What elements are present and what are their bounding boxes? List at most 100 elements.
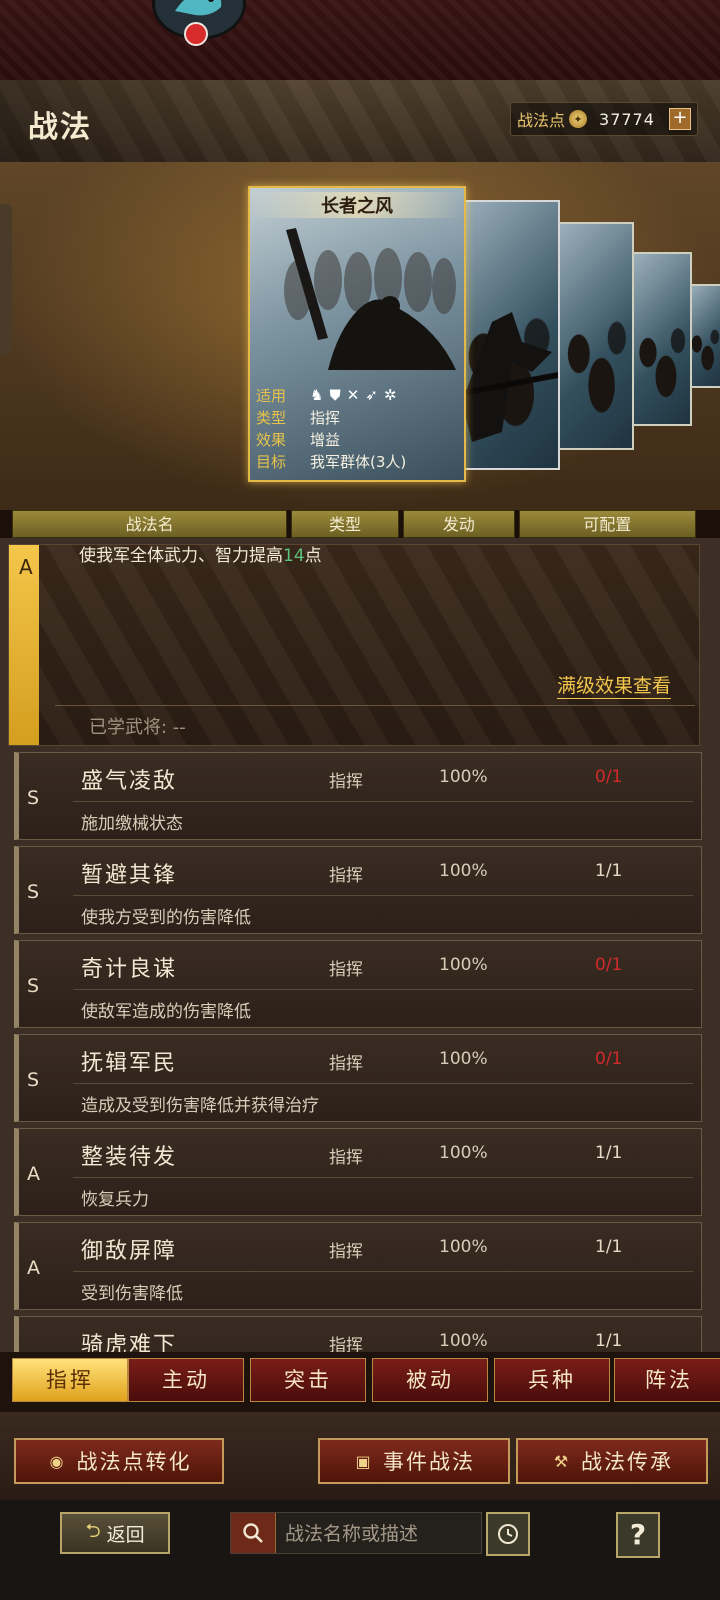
row-grade: S <box>27 787 40 809</box>
row-rate: 100% <box>439 1237 488 1257</box>
tab-command[interactable]: 指挥 <box>12 1358 128 1402</box>
row-type: 指挥 <box>329 960 363 980</box>
add-points-button[interactable]: + <box>669 108 691 130</box>
row-desc: 施加缴械状态 <box>81 814 183 834</box>
row-name: 抚辑军民 <box>81 1051 178 1076</box>
tactic-description: 使我军全体武力、智力提高14点 <box>79 546 322 566</box>
row-config: 0/1 <box>595 767 623 787</box>
bird-icon <box>175 0 222 16</box>
tab-troop[interactable]: 兵种 <box>494 1358 610 1402</box>
header: 战法 战法点 ✦ 37774 + <box>0 80 720 162</box>
info-key: 目标 <box>256 452 287 471</box>
tab-active[interactable]: 主动 <box>128 1358 244 1402</box>
row-type: 指挥 <box>329 772 363 792</box>
grade-label: A <box>19 555 33 579</box>
expanded-tactic-detail[interactable]: A 使我军全体武力、智力提高14点 满级效果查看 已学武将: -- <box>8 544 700 746</box>
chariot-icon: ✲ <box>383 386 397 404</box>
shield-icon: ⛊ <box>329 386 341 404</box>
tactic-card-preview[interactable] <box>554 222 634 450</box>
row-config: 1/1 <box>595 1331 623 1351</box>
applicable-troops: ♞ ⛊ ✕ ➶ ✲ <box>310 386 396 404</box>
help-button[interactable]: ? <box>616 1512 660 1558</box>
card-info: 适用 ♞ ⛊ ✕ ➶ ✲ 类型 指挥 效果 增益 目标 我军群体(3人) <box>256 384 458 472</box>
search-input[interactable] <box>283 1513 477 1555</box>
event-label: 事件战法 <box>383 1450 475 1474</box>
convert-points-button[interactable]: ◉ 战法点转化 <box>14 1438 224 1484</box>
table-row[interactable]: S 盛气凌敌 指挥 100% 0/1 施加缴械状态 <box>14 752 702 840</box>
inherit-tactics-button[interactable]: ⚒ 战法传承 <box>516 1438 708 1484</box>
row-config: 0/1 <box>595 1049 623 1069</box>
row-grade: A <box>27 1257 40 1279</box>
table-row[interactable]: A 御敌屏障 指挥 100% 1/1 受到伤害降低 <box>14 1222 702 1310</box>
row-grade: S <box>27 1069 40 1091</box>
back-label: 返回 <box>106 1523 145 1546</box>
info-value: 指挥 <box>310 408 341 427</box>
row-name: 整装待发 <box>81 1145 178 1170</box>
row-grade: S <box>27 881 40 903</box>
column-type[interactable]: 类型 <box>291 510 399 538</box>
info-key: 效果 <box>256 430 287 449</box>
table-header: 战法名 类型 发动 可配置 <box>12 510 696 538</box>
row-name: 奇计良谋 <box>81 957 178 982</box>
row-type: 指挥 <box>329 866 363 886</box>
tab-formation[interactable]: 阵法 <box>614 1358 720 1402</box>
table-row[interactable]: A 整装待发 指挥 100% 1/1 恢复兵力 <box>14 1128 702 1216</box>
info-value: 我军群体(3人) <box>310 452 407 471</box>
scroll-icon: ▣ <box>355 1451 373 1471</box>
inherit-label: 战法传承 <box>581 1450 673 1474</box>
row-config: 1/1 <box>595 861 623 881</box>
row-desc: 造成及受到伤害降低并获得治疗 <box>81 1096 319 1116</box>
notification-dot <box>184 22 208 46</box>
convert-label: 战法点转化 <box>76 1450 192 1474</box>
row-grade: S <box>27 975 40 997</box>
search-icon <box>243 1523 263 1543</box>
row-name: 御敌屏障 <box>81 1239 178 1264</box>
cavalry-icon: ♞ <box>310 386 324 404</box>
row-type: 指挥 <box>329 1148 363 1168</box>
warrior-art <box>452 312 558 442</box>
row-desc: 受到伤害降低 <box>81 1284 183 1304</box>
tactic-card-preview[interactable] <box>628 252 692 426</box>
warrior-silhouette-art <box>284 228 456 370</box>
search-button[interactable] <box>231 1513 276 1553</box>
tab-passive[interactable]: 被动 <box>372 1358 488 1402</box>
bottom-bar: ⮌ 返回 ? <box>0 1500 720 1600</box>
hammer-icon: ⚒ <box>553 1451 571 1471</box>
side-handle[interactable] <box>0 204 12 354</box>
column-config[interactable]: 可配置 <box>518 510 696 538</box>
back-button[interactable]: ⮌ 返回 <box>60 1512 170 1554</box>
card-title: 长者之风 <box>250 192 464 218</box>
points-value: 37774 <box>599 109 655 129</box>
row-rate: 100% <box>439 1331 488 1351</box>
action-bar: ◉ 战法点转化 ▣ 事件战法 ⚒ 战法传承 <box>0 1412 720 1500</box>
coin-icon: ◉ <box>49 1451 66 1471</box>
row-desc: 使我方受到的伤害降低 <box>81 908 251 928</box>
row-rate: 100% <box>439 955 488 975</box>
tactic-card-preview[interactable] <box>450 200 560 470</box>
tactic-list[interactable]: A 使我军全体武力、智力提高14点 满级效果查看 已学武将: -- S 盛气凌敌… <box>0 538 720 1362</box>
event-tactics-button[interactable]: ▣ 事件战法 <box>318 1438 510 1484</box>
row-type: 指挥 <box>329 1242 363 1262</box>
max-effect-link[interactable]: 满级效果查看 <box>556 671 671 699</box>
category-tabs: 指挥 主动 突击 被动 兵种 阵法 <box>0 1352 720 1412</box>
table-row[interactable]: S 抚辑军民 指挥 100% 0/1 造成及受到伤害降低并获得治疗 <box>14 1034 702 1122</box>
search-bar <box>230 1512 482 1555</box>
row-grade: A <box>27 1163 40 1185</box>
divider <box>55 705 695 706</box>
back-arrow-icon: ⮌ <box>85 1520 101 1542</box>
row-type: 指挥 <box>329 1054 363 1074</box>
column-name[interactable]: 战法名 <box>12 510 288 538</box>
row-name: 暂避其锋 <box>81 863 178 888</box>
tab-assault[interactable]: 突击 <box>250 1358 366 1402</box>
row-rate: 100% <box>439 861 488 881</box>
row-desc: 恢复兵力 <box>81 1190 149 1210</box>
tactic-points: 战法点 ✦ 37774 + <box>510 102 698 136</box>
history-button[interactable] <box>486 1512 530 1556</box>
row-config: 1/1 <box>595 1143 623 1163</box>
table-row[interactable]: S 奇计良谋 指挥 100% 0/1 使敌军造成的伤害降低 <box>14 940 702 1028</box>
featured-tactic-card[interactable]: 长者之风 适用 ♞ ⛊ ✕ ➶ ✲ 类型 指挥 效果 增益 目标 我军群体(3人… <box>248 186 466 482</box>
row-config: 0/1 <box>595 955 623 975</box>
column-trigger[interactable]: 发动 <box>402 510 515 538</box>
table-row[interactable]: S 暂避其锋 指挥 100% 1/1 使我方受到的伤害降低 <box>14 846 702 934</box>
row-rate: 100% <box>439 1143 488 1163</box>
